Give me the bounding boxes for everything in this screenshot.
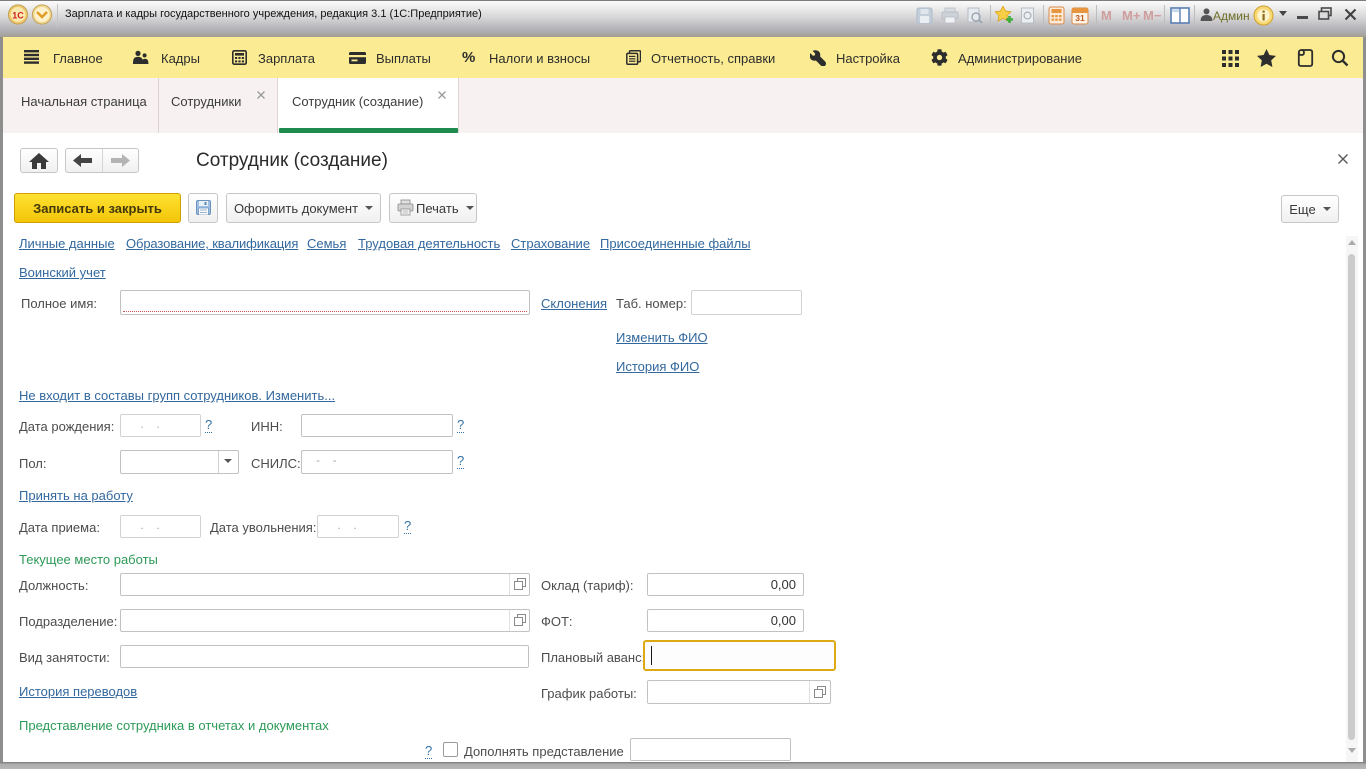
svg-text:1C: 1C (12, 11, 24, 21)
svg-text:31: 31 (1075, 13, 1085, 23)
